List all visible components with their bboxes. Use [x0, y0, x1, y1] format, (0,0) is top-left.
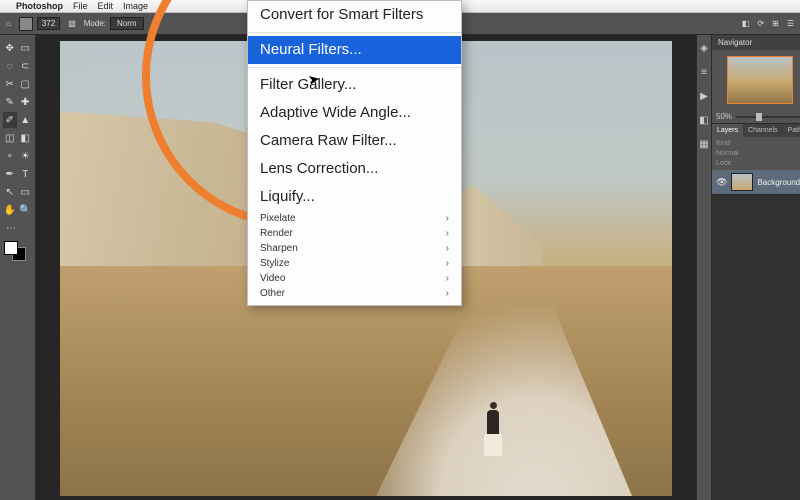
right-panel-column: ◈ ≡ ▶ ◧ ▦ Navigator 50% Layers Channels … — [696, 35, 800, 500]
menu-item-other[interactable]: Other — [248, 286, 461, 301]
artboard-tool-icon[interactable]: ▭ — [19, 40, 33, 56]
panel-icon[interactable]: ≡ — [697, 65, 711, 79]
frame-tool-icon[interactable]: ▢ — [19, 76, 33, 92]
channels-tab[interactable]: Channels — [743, 124, 783, 137]
brush-tool-icon[interactable]: ✐ — [3, 112, 17, 128]
zoom-tool-icon[interactable]: 🔍 — [19, 202, 33, 218]
blend-mode-select[interactable]: Normal — [716, 150, 739, 157]
menu-item-neural-filters[interactable]: Neural Filters... — [248, 36, 461, 64]
layers-panel: Layers Channels Path Kind Normal Lock: 👁… — [712, 124, 800, 195]
brush-size-field[interactable]: 372 — [37, 17, 60, 30]
layer-row[interactable]: 👁 Background — [712, 170, 800, 194]
kind-label: Kind — [716, 140, 730, 147]
app-name[interactable]: Photoshop — [16, 1, 63, 11]
navigator-tab[interactable]: Navigator — [712, 35, 800, 50]
dodge-tool-icon[interactable]: ☀ — [19, 148, 33, 164]
menu-image[interactable]: Image — [123, 1, 148, 11]
opt-icon[interactable]: ⊞ — [772, 19, 779, 28]
menu-file[interactable]: File — [73, 1, 88, 11]
layer-name[interactable]: Background — [757, 178, 800, 187]
menu-item-video[interactable]: Video — [248, 271, 461, 286]
color-swatches[interactable] — [2, 241, 32, 265]
pen-tool-icon[interactable]: ✒ — [3, 166, 17, 182]
hand-tool-icon[interactable]: ✋ — [3, 202, 17, 218]
foreground-color-swatch[interactable] — [4, 241, 18, 255]
blur-tool-icon[interactable]: ∘ — [3, 148, 17, 164]
shape-tool-icon[interactable]: ▭ — [19, 184, 33, 200]
menu-item-convert-smart[interactable]: Convert for Smart Filters — [248, 1, 461, 29]
stamp-tool-icon[interactable]: ▲ — [19, 112, 33, 128]
filter-menu: Convert for Smart Filters Neural Filters… — [247, 0, 462, 306]
menu-item-camera-raw[interactable]: Camera Raw Filter... — [248, 127, 461, 155]
mode-label: Mode: — [84, 19, 106, 28]
brush-preview-icon[interactable] — [19, 17, 33, 31]
zoom-value[interactable]: 50% — [716, 112, 732, 121]
opt-icon[interactable]: ☰ — [787, 19, 794, 28]
lock-label: Lock: — [716, 160, 733, 167]
opt-icon[interactable]: ⟳ — [757, 19, 764, 28]
panel-icon[interactable]: ▦ — [697, 137, 711, 151]
type-tool-icon[interactable]: T — [19, 166, 33, 182]
lasso-tool-icon[interactable]: ⊂ — [19, 58, 33, 74]
menu-item-liquify[interactable]: Liquify... — [248, 183, 461, 211]
heal-tool-icon[interactable]: ✚ — [19, 94, 33, 110]
layer-thumbnail[interactable] — [731, 173, 753, 191]
crop-tool-icon[interactable]: ✂ — [3, 76, 17, 92]
paths-tab[interactable]: Path — [783, 124, 800, 137]
panel-icon[interactable]: ▶ — [697, 89, 711, 103]
blend-mode-dropdown[interactable]: Norm — [110, 17, 144, 30]
panel-icon[interactable]: ◧ — [697, 113, 711, 127]
move-tool-icon[interactable]: ✥ — [3, 40, 17, 56]
layers-tab[interactable]: Layers — [712, 124, 743, 137]
toolbox: ✥▭ ◌⊂ ✂▢ ✎✚ ✐▲ ◫◧ ∘☀ ✒T ↖▭ ✋🔍 ⋯ — [0, 35, 36, 500]
path-tool-icon[interactable]: ↖ — [3, 184, 17, 200]
image-content — [484, 402, 502, 448]
gradient-tool-icon[interactable]: ◧ — [19, 130, 33, 146]
navigator-panel: Navigator 50% — [712, 35, 800, 124]
menu-item-pixelate[interactable]: Pixelate — [248, 211, 461, 226]
menu-item-stylize[interactable]: Stylize — [248, 256, 461, 271]
edit-toolbar-icon[interactable]: ⋯ — [3, 220, 19, 236]
menu-item-render[interactable]: Render — [248, 226, 461, 241]
opt-icon[interactable]: ◧ — [742, 19, 750, 28]
brush-settings-icon[interactable]: ▧ — [68, 19, 76, 28]
home-icon[interactable]: ⌂ — [6, 19, 11, 28]
collapsed-panel-strip: ◈ ≡ ▶ ◧ ▦ — [696, 35, 712, 500]
menu-item-lens-correction[interactable]: Lens Correction... — [248, 155, 461, 183]
zoom-slider[interactable] — [736, 116, 800, 118]
marquee-tool-icon[interactable]: ◌ — [3, 58, 17, 74]
eraser-tool-icon[interactable]: ◫ — [3, 130, 17, 146]
eyedropper-tool-icon[interactable]: ✎ — [3, 94, 17, 110]
navigator-thumbnail[interactable] — [727, 56, 793, 104]
cursor-icon: ➤ — [307, 70, 322, 89]
visibility-icon[interactable]: 👁 — [716, 177, 727, 188]
menu-item-adaptive-wide-angle[interactable]: Adaptive Wide Angle... — [248, 99, 461, 127]
menu-edit[interactable]: Edit — [98, 1, 114, 11]
menu-item-filter-gallery[interactable]: Filter Gallery... — [248, 71, 461, 99]
panel-icon[interactable]: ◈ — [697, 41, 711, 55]
menu-item-sharpen[interactable]: Sharpen — [248, 241, 461, 256]
